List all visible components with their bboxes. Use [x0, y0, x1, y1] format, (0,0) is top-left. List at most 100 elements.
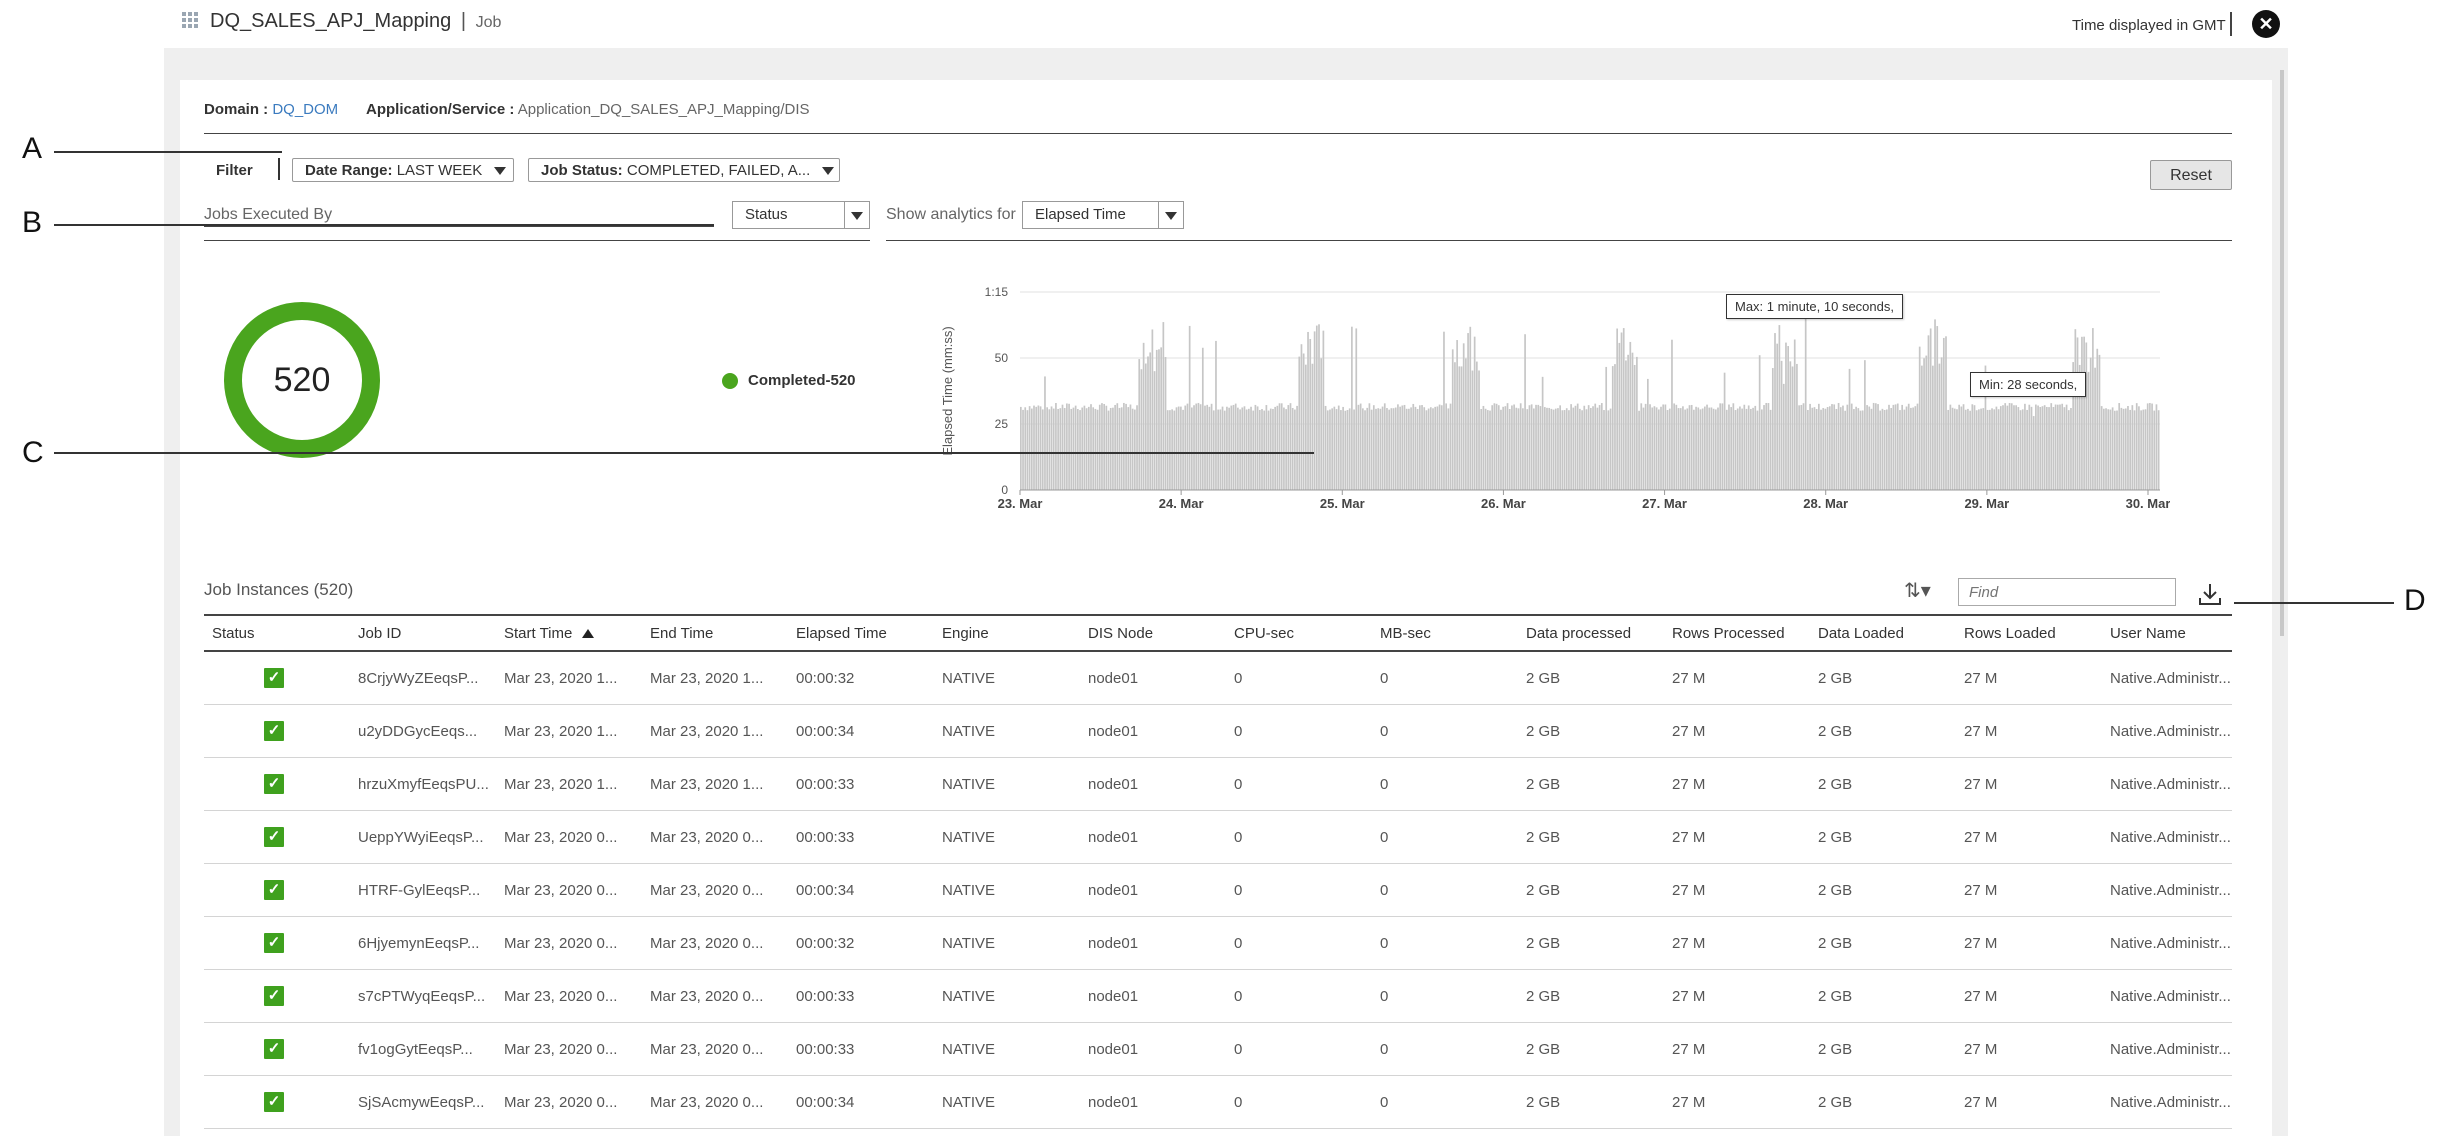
chart-bar [1028, 406, 1031, 490]
chart-bar [1557, 408, 1559, 490]
chart-bar [1142, 342, 1145, 490]
column-header[interactable]: Elapsed Time [788, 614, 934, 652]
elapsed-time-chart[interactable]: 0 25 50 1:15 Elapsed Time (mm:ss) 23. Mar 24. … [930, 280, 2170, 520]
column-header[interactable]: End Time [642, 614, 788, 652]
chart-bar [1657, 409, 1660, 490]
table-row[interactable]: ✓ SjSAcmywEeqsP... Mar 23, 2020 0... Mar 23… [204, 1075, 2232, 1129]
table-cell[interactable]: UeppYWyiEeqsP... [350, 810, 496, 864]
column-header[interactable]: Status [204, 614, 350, 652]
group-by-select[interactable]: Status [732, 201, 870, 229]
table-cell[interactable]: hrzuXmyfEeqsPU... [350, 757, 496, 811]
date-range-filter[interactable]: Date Range: LAST WEEK [292, 158, 514, 182]
table-row[interactable]: ✓ fv1ogGytEeqsP... Mar 23, 2020 0... Mar 23… [204, 1022, 2232, 1076]
chart-bar [1942, 337, 1945, 490]
column-header[interactable]: Job ID [350, 614, 496, 652]
table-row[interactable]: ✓ u2yDDGycEeqs... Mar 23, 2020 1... Mar 23,… [204, 704, 2232, 758]
chart-bar [1228, 407, 1230, 490]
table-row[interactable]: ✓ 6HjyemynEeqsP... Mar 23, 2020 0... Mar 23… [204, 916, 2232, 970]
chart-bar [2043, 405, 2046, 490]
jobs-executed-label: Jobs Executed By [204, 206, 333, 223]
column-header[interactable]: Start Time [496, 614, 642, 652]
table-row[interactable]: ✓ s7cPTWyqEeqsP... Mar 23, 2020 0... Mar 23… [204, 969, 2232, 1023]
chart-bar [1765, 402, 1768, 490]
table-cell[interactable]: 8CrjyWyZEeqsP... [350, 651, 496, 705]
table-row[interactable]: ✓ hrzuXmyfEeqsPU... Mar 23, 2020 1... Mar 2… [204, 757, 2232, 811]
chart-bar [1997, 409, 2000, 490]
chart-bar [1896, 403, 1899, 490]
vertical-scrollbar[interactable] [2280, 70, 2284, 636]
table-cell: Mar 23, 2020 1... [496, 757, 642, 811]
chart-bar [1793, 339, 1796, 490]
table-cell[interactable]: s7cPTWyqEeqsP... [350, 969, 496, 1023]
chart-bar [1620, 332, 1623, 490]
column-header[interactable]: Rows Processed [1664, 614, 1810, 652]
chart-bar [1144, 363, 1147, 490]
chart-bar [2122, 408, 2125, 490]
chart-bar [2037, 405, 2039, 490]
y-tick-label: 50 [995, 351, 1009, 365]
table-cell: 0 [1372, 1075, 1518, 1129]
chart-bar [1616, 328, 1618, 490]
table-cell[interactable]: 6HjyemynEeqsP... [350, 916, 496, 970]
chart-bar [1590, 407, 1592, 490]
table-cell[interactable]: SjSAcmywEeqsP... [350, 1075, 496, 1129]
chart-bar [1309, 338, 1312, 490]
table-row[interactable]: ✓ UeppYWyiEeqsP... Mar 23, 2020 0... Mar 23… [204, 810, 2232, 864]
chart-bar [1747, 405, 1750, 490]
column-header[interactable]: Rows Loaded [1956, 614, 2102, 652]
column-header[interactable]: Engine [934, 614, 1080, 652]
table-cell: node01 [1080, 810, 1226, 864]
find-input[interactable] [1958, 578, 2176, 606]
chart-bar [1958, 404, 1960, 490]
table-row[interactable]: ✓ 8CrjyWyZEeqsP... Mar 23, 2020 1... Mar 23… [204, 651, 2232, 705]
table-cell: 0 [1372, 916, 1518, 970]
table-cell: 2 GB [1518, 1022, 1664, 1076]
chart-bar [1879, 410, 1882, 490]
table-cell: 27 M [1956, 704, 2102, 758]
chart-bar [1493, 403, 1496, 490]
domain-info: Domain : DQ_DOM [204, 101, 338, 118]
table-cell[interactable]: HTRF-GylEeqsP... [350, 863, 496, 917]
chart-bar [1885, 409, 1888, 490]
chart-bar [1815, 409, 1818, 490]
chart-bar [1574, 405, 1577, 490]
legend-completed[interactable]: Completed-520 [748, 372, 856, 389]
chart-bar [1342, 406, 1344, 490]
column-header[interactable]: Data processed [1518, 614, 1664, 652]
column-header[interactable]: MB-sec [1372, 614, 1518, 652]
table-cell[interactable]: fv1ogGytEeqsP... [350, 1022, 496, 1076]
table-cell: 0 [1226, 651, 1372, 705]
status-cell: ✓ [204, 969, 350, 1023]
table-cell: 2 GB [1810, 810, 1956, 864]
sort-ascending-icon[interactable] [582, 629, 595, 639]
chart-bar [2133, 410, 2136, 490]
chart-bar [1818, 403, 1820, 490]
close-icon[interactable]: ✕ [2252, 10, 2280, 38]
table-cell[interactable]: u2yDDGycEeqs... [350, 704, 496, 758]
column-header[interactable]: User Name [2102, 614, 2232, 652]
chart-bar [1237, 407, 1239, 490]
chart-bar [1151, 329, 1154, 490]
chart-bar [1160, 347, 1162, 490]
analytics-select[interactable]: Elapsed Time [1022, 201, 1184, 229]
chart-bar [1853, 409, 1855, 490]
chart-bar [2050, 403, 2053, 490]
column-header[interactable]: DIS Node [1080, 614, 1226, 652]
reset-button[interactable]: Reset [2150, 160, 2232, 190]
job-status-label: Job Status: [541, 162, 623, 179]
chart-bar [1883, 409, 1886, 490]
sort-icon[interactable]: ⇅▾ [1904, 578, 1931, 603]
column-header[interactable]: CPU-sec [1226, 614, 1372, 652]
download-icon[interactable] [2196, 580, 2224, 608]
status-completed-icon: ✓ [264, 1092, 284, 1112]
chart-bar [1489, 410, 1491, 490]
job-status-filter[interactable]: Job Status: COMPLETED, FAILED, A... [528, 158, 840, 182]
column-header-label: Job ID [358, 624, 402, 642]
chart-bar [1138, 359, 1141, 490]
column-header[interactable]: Data Loaded [1810, 614, 1956, 652]
table-cell: Mar 23, 2020 0... [496, 1022, 642, 1076]
domain-link[interactable]: DQ_DOM [272, 101, 338, 118]
table-row[interactable]: ✓ HTRF-GylEeqsP... Mar 23, 2020 0... Mar 23… [204, 863, 2232, 917]
page-subtitle: Job [475, 14, 502, 31]
chart-bar [1083, 405, 1086, 490]
